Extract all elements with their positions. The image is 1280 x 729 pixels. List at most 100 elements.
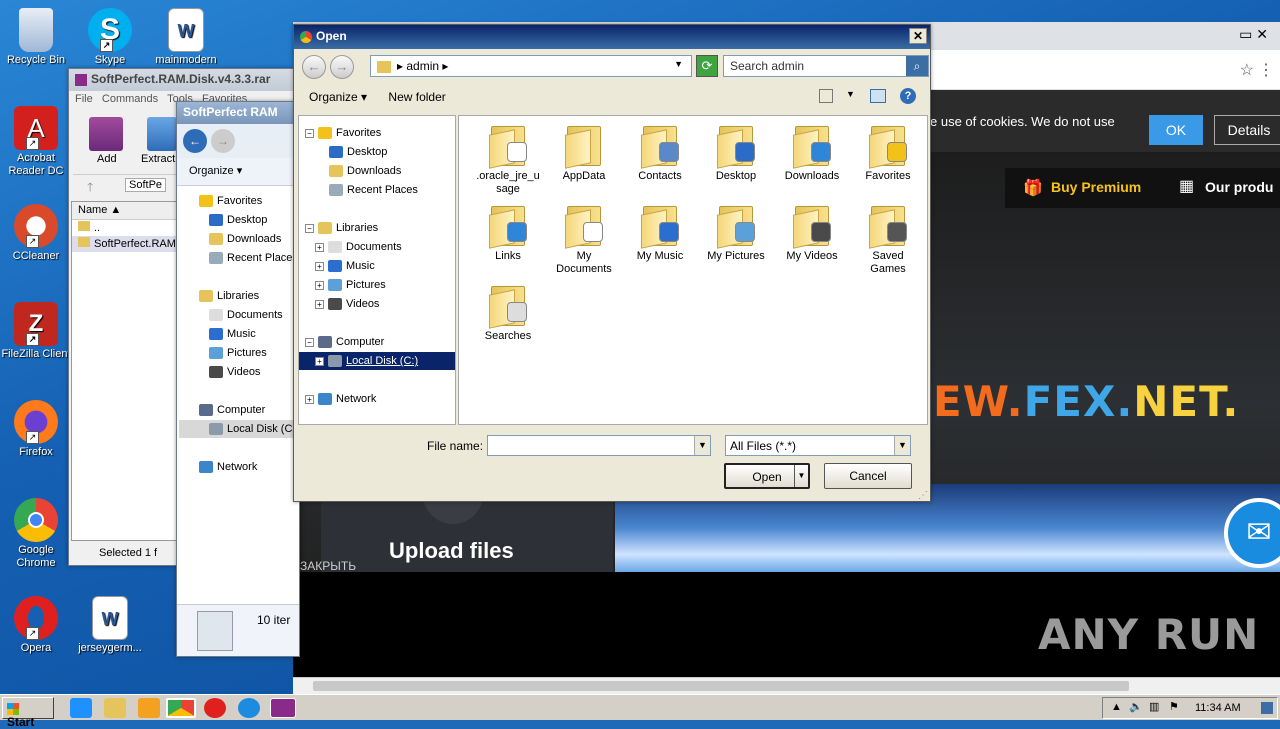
address-bar[interactable]: ▸ admin ▸ ▼ (370, 55, 692, 77)
edge-icon[interactable] (238, 698, 260, 718)
back-arrow-icon[interactable]: ← (183, 129, 207, 153)
tree-network[interactable]: + Network (305, 390, 376, 408)
menu-commands[interactable]: Commands (102, 93, 158, 105)
new-folder-button[interactable]: New folder (388, 90, 445, 104)
collapse-icon[interactable]: − (305, 128, 314, 138)
file-item[interactable]: My Videos (777, 202, 847, 263)
chrome-task-icon[interactable] (166, 698, 196, 718)
refresh-icon[interactable]: ⟳ (696, 55, 718, 77)
desktop-icon-jerseygerm[interactable]: W jerseygerm... (74, 596, 146, 655)
open-dialog-titlebar[interactable]: Open ✕ (294, 25, 930, 49)
expand-icon[interactable]: + (315, 261, 324, 271)
tree-favorites[interactable]: − Favorites (305, 124, 381, 142)
forward-arrow-icon[interactable]: → (330, 55, 354, 79)
tree-local-disk[interactable]: Local Disk (C: (179, 420, 299, 438)
add-button[interactable]: Add (97, 153, 117, 165)
winrar-titlebar[interactable]: SoftPerfect.RAM.Disk.v4.3.3.rar (69, 69, 299, 91)
back-arrow-icon[interactable]: ← (302, 55, 326, 79)
horizontal-scrollbar[interactable] (293, 677, 1280, 694)
cookie-details-button[interactable]: Details (1214, 115, 1280, 145)
tree-libraries[interactable]: − Libraries (305, 219, 378, 237)
close-icon[interactable]: ✕ (909, 28, 927, 44)
tree-local-disk[interactable]: + Local Disk (C:) (299, 352, 455, 370)
tree-downloads[interactable]: Downloads (329, 162, 401, 180)
preview-pane-icon[interactable] (870, 89, 886, 103)
apps-grid-icon[interactable]: ▦ (1179, 176, 1194, 196)
desktop-icon-recycle-bin[interactable]: Recycle Bin (0, 8, 72, 67)
desktop-icon-chrome[interactable]: Google Chrome (0, 498, 72, 570)
split-arrow-icon[interactable]: ▼ (794, 465, 808, 487)
tree-favorites[interactable]: Favorites (199, 192, 262, 210)
tree-recent-places[interactable]: Recent Places (209, 249, 298, 267)
media-player-icon[interactable] (138, 698, 160, 718)
tree-libraries[interactable]: Libraries (199, 287, 259, 305)
menu-dots-icon[interactable]: ⋮ (1258, 60, 1274, 80)
bookmark-star-icon[interactable]: ☆ (1240, 60, 1254, 80)
mail-icon[interactable]: ✉ (1224, 498, 1280, 568)
chevron-down-icon[interactable]: ▼ (674, 59, 683, 69)
tree-documents[interactable]: + Documents (315, 238, 402, 256)
opera-task-icon[interactable] (204, 698, 226, 718)
organize-button[interactable]: Organize (189, 165, 234, 177)
search-input[interactable]: Search admin ⌕ (723, 55, 929, 77)
file-item[interactable]: Saved Games (853, 202, 923, 276)
tree-pictures[interactable]: Pictures (209, 344, 267, 362)
desktop-icon-firefox[interactable]: ↗ Firefox (0, 400, 72, 459)
chevron-down-icon[interactable]: ▼ (846, 89, 855, 99)
tray-arrow-icon[interactable]: ▲ (1111, 701, 1122, 713)
desktop-icon-ccleaner[interactable]: ↗ CCleaner (0, 204, 72, 263)
cancel-button[interactable]: Cancel (824, 463, 912, 489)
cookie-ok-button[interactable]: OK (1149, 115, 1203, 145)
file-item[interactable]: Favorites (853, 122, 923, 183)
tree-downloads[interactable]: Downloads (209, 230, 281, 248)
tree-videos[interactable]: Videos (209, 363, 260, 381)
browser-window-controls[interactable]: ▭ ✕ (1239, 26, 1268, 43)
file-item[interactable]: My Documents (549, 202, 619, 276)
open-dialog[interactable]: Open ✕ ← → ▸ admin ▸ ▼ ⟳ Search admin ⌕ … (293, 24, 931, 502)
file-item[interactable]: My Pictures (701, 202, 771, 263)
show-desktop-icon[interactable] (1261, 702, 1273, 714)
file-item[interactable]: Searches (473, 282, 543, 343)
expand-icon[interactable]: + (315, 280, 324, 290)
resize-grip-icon[interactable]: ⋰ (918, 490, 928, 501)
menu-file[interactable]: File (75, 93, 93, 105)
winrar-path[interactable]: SoftPe (125, 178, 167, 192)
expand-icon[interactable]: + (315, 356, 324, 366)
tree-videos[interactable]: + Videos (315, 295, 379, 313)
close-link[interactable]: ЗАКРЫТЬ (300, 559, 356, 573)
tree-music[interactable]: Music (209, 325, 256, 343)
flag-icon[interactable]: ⚑ (1169, 700, 1179, 713)
desktop-icon-filezilla[interactable]: Z ↗ FileZilla Client (0, 302, 72, 361)
tree-computer[interactable]: Computer (199, 401, 265, 419)
expand-icon[interactable]: + (305, 394, 314, 404)
ie-icon[interactable] (70, 698, 92, 718)
help-icon[interactable]: ? (900, 88, 916, 104)
organize-button[interactable]: Organize (309, 90, 358, 104)
desktop-icon-opera[interactable]: ↗ Opera (0, 596, 72, 655)
desktop-icon-mainmodern[interactable]: W mainmodern (150, 8, 222, 67)
expand-icon[interactable]: + (315, 299, 324, 309)
network-tray-icon[interactable]: ▥ (1149, 700, 1159, 713)
upload-panel[interactable]: Upload files (321, 484, 613, 572)
expand-icon[interactable]: + (315, 242, 324, 252)
forward-arrow-icon[interactable]: → (211, 129, 235, 153)
explorer-window[interactable]: SoftPerfect RAM ← → Organize ▾ Favorites… (176, 101, 300, 657)
clock[interactable]: 11:34 AM (1195, 702, 1241, 714)
chevron-down-icon[interactable]: ▼ (694, 436, 710, 455)
file-item[interactable]: Links (473, 202, 543, 263)
file-item[interactable]: Downloads (777, 122, 847, 183)
search-icon[interactable]: ⌕ (906, 56, 928, 76)
file-item[interactable]: .oracle_jre_u sage (473, 122, 543, 196)
up-arrow-icon[interactable]: 🡑 (87, 178, 93, 199)
buy-premium-link[interactable]: Buy Premium (1051, 179, 1141, 195)
volume-icon[interactable]: 🔈 (1129, 700, 1143, 713)
tree-documents[interactable]: Documents (209, 306, 283, 324)
tree-music[interactable]: + Music (315, 257, 375, 275)
file-item[interactable]: Desktop (701, 122, 771, 183)
chevron-down-icon[interactable]: ▼ (894, 436, 910, 455)
file-type-select[interactable]: All Files (*.*) ▼ (725, 435, 911, 456)
tree-desktop[interactable]: Desktop (329, 143, 387, 161)
start-button[interactable]: Start (2, 697, 54, 729)
file-item[interactable]: My Music (625, 202, 695, 263)
our-products-link[interactable]: Our produ (1205, 179, 1273, 195)
